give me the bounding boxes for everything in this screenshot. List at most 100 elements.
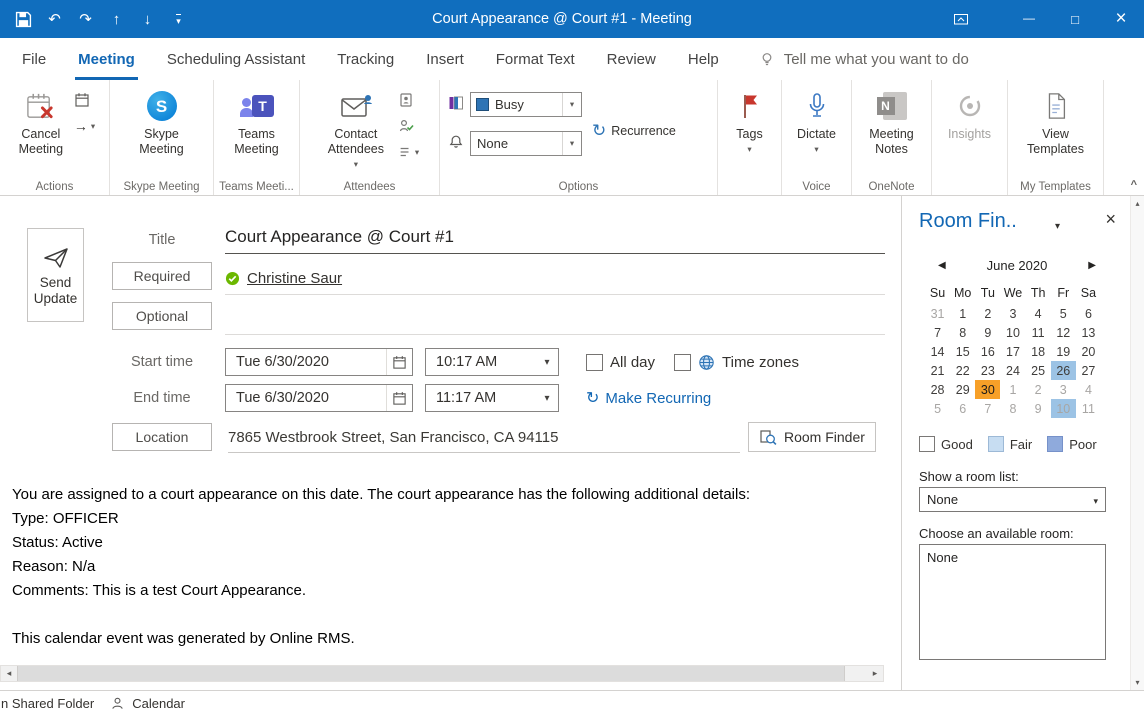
horizontal-scrollbar[interactable]: ◂ ▸ bbox=[0, 665, 884, 682]
contact-attendees-button[interactable]: Contact Attendees ▾ bbox=[318, 85, 394, 169]
calendar-day[interactable]: 9 bbox=[1026, 399, 1051, 418]
view-templates-button[interactable]: View Templates bbox=[1020, 85, 1092, 157]
check-names-button[interactable] bbox=[396, 117, 421, 135]
move-up-button[interactable]: ↑ bbox=[101, 0, 132, 38]
tab-file[interactable]: File bbox=[6, 38, 62, 80]
move-down-button[interactable]: ↓ bbox=[132, 0, 163, 38]
calendar-day[interactable]: 8 bbox=[1000, 399, 1025, 418]
optional-attendees-field[interactable] bbox=[225, 302, 885, 335]
dropdown-caret-icon[interactable]: ▾ bbox=[1055, 221, 1060, 232]
room-list-dropdown[interactable]: None ▾ bbox=[919, 487, 1106, 512]
calendar-day[interactable]: 1 bbox=[1000, 380, 1025, 399]
tab-tracking[interactable]: Tracking bbox=[321, 38, 410, 80]
tab-format-text[interactable]: Format Text bbox=[480, 38, 591, 80]
minimize-button[interactable]: — bbox=[1006, 0, 1052, 38]
room-list-item[interactable]: None bbox=[927, 549, 1098, 566]
calendar-day[interactable]: 20 bbox=[1076, 342, 1101, 361]
all-day-checkbox[interactable] bbox=[586, 354, 603, 371]
scroll-down-button[interactable]: ▾ bbox=[1135, 678, 1139, 687]
calendar-status-label[interactable]: Calendar bbox=[132, 696, 185, 711]
cancel-meeting-button[interactable]: Cancel Meeting bbox=[12, 85, 70, 157]
location-input[interactable]: 7865 Westbrook Street, San Francisco, CA… bbox=[228, 423, 740, 453]
calendar-day[interactable]: 15 bbox=[950, 342, 975, 361]
tab-help[interactable]: Help bbox=[672, 38, 735, 80]
send-update-button[interactable]: Send Update bbox=[27, 228, 84, 322]
make-recurring-button[interactable]: ↻ Make Recurring bbox=[586, 387, 711, 409]
calendar-day[interactable]: 6 bbox=[950, 399, 975, 418]
teams-meeting-button[interactable]: T Teams Meeting bbox=[227, 85, 287, 157]
show-as-dropdown[interactable]: ▾ bbox=[562, 93, 581, 116]
calendar-day[interactable]: 5 bbox=[1051, 304, 1076, 323]
calendar-day[interactable]: 3 bbox=[1051, 380, 1076, 399]
calendar-day[interactable]: 7 bbox=[925, 323, 950, 342]
calendar-day[interactable]: 25 bbox=[1026, 361, 1051, 380]
scroll-up-button[interactable]: ▴ bbox=[1135, 199, 1139, 208]
tab-scheduling-assistant[interactable]: Scheduling Assistant bbox=[151, 38, 321, 80]
attendee-name-link[interactable]: Christine Saur bbox=[247, 270, 342, 287]
skype-meeting-button[interactable]: S Skype Meeting bbox=[132, 85, 192, 157]
show-as-combo[interactable]: Busy ▾ bbox=[470, 92, 582, 117]
time-zones-checkbox[interactable] bbox=[674, 354, 691, 371]
calendar-day[interactable]: 14 bbox=[925, 342, 950, 361]
tab-review[interactable]: Review bbox=[591, 38, 672, 80]
redo-button[interactable]: ↷ bbox=[70, 0, 101, 38]
calendar-day[interactable]: 24 bbox=[1000, 361, 1025, 380]
start-time-input[interactable]: 10:17 AM ▾ bbox=[425, 348, 559, 376]
meeting-notes-button[interactable]: N Meeting Notes bbox=[862, 85, 922, 157]
tags-button[interactable]: Tags ▾ bbox=[732, 85, 766, 154]
tab-insert[interactable]: Insert bbox=[410, 38, 480, 80]
end-time-input[interactable]: 11:17 AM ▾ bbox=[425, 384, 559, 412]
customize-quick-access-button[interactable]: ▾ bbox=[163, 0, 194, 38]
calendar-day[interactable]: 23 bbox=[975, 361, 1000, 380]
maximize-button[interactable]: □ bbox=[1052, 0, 1098, 38]
reminder-dropdown[interactable]: ▾ bbox=[562, 132, 581, 155]
ribbon-display-options-button[interactable] bbox=[938, 0, 984, 38]
calendar-day[interactable]: 11 bbox=[1026, 323, 1051, 342]
calendar-day[interactable]: 22 bbox=[950, 361, 975, 380]
calendar-day[interactable]: 5 bbox=[925, 399, 950, 418]
calendar-day[interactable]: 19 bbox=[1051, 342, 1076, 361]
tell-me-box[interactable]: Tell me what you want to do bbox=[759, 38, 969, 80]
reminder-combo[interactable]: None ▾ bbox=[470, 131, 582, 156]
datepicker-icon[interactable] bbox=[386, 385, 412, 411]
calendar-day[interactable]: 1 bbox=[950, 304, 975, 323]
calendar-day[interactable]: 6 bbox=[1076, 304, 1101, 323]
calendar-day[interactable]: 31 bbox=[925, 304, 950, 323]
response-options-button[interactable]: ▾ bbox=[396, 143, 421, 161]
calendar-day[interactable]: 7 bbox=[975, 399, 1000, 418]
tab-meeting[interactable]: Meeting bbox=[62, 38, 151, 80]
save-button[interactable] bbox=[8, 0, 39, 38]
start-time-dropdown[interactable]: ▾ bbox=[536, 349, 558, 375]
title-input[interactable]: Court Appearance @ Court #1 bbox=[225, 220, 885, 254]
location-button[interactable]: Location bbox=[112, 423, 212, 451]
required-attendees-field[interactable]: Christine Saur bbox=[225, 262, 885, 295]
calendar-day[interactable]: 28 bbox=[925, 380, 950, 399]
end-date-input[interactable]: Tue 6/30/2020 bbox=[225, 384, 413, 412]
undo-button[interactable]: ↶ bbox=[39, 0, 70, 38]
calendar-day[interactable]: 2 bbox=[1026, 380, 1051, 399]
calendar-day-selected[interactable]: 30 bbox=[975, 380, 1000, 399]
calendar-day[interactable]: 13 bbox=[1076, 323, 1101, 342]
calendar-day[interactable]: 10 bbox=[1000, 323, 1025, 342]
calendar-day[interactable]: 4 bbox=[1026, 304, 1051, 323]
calendar-day[interactable]: 18 bbox=[1026, 342, 1051, 361]
calendar-day[interactable]: 3 bbox=[1000, 304, 1025, 323]
address-book-button[interactable] bbox=[396, 91, 421, 109]
calendar-day[interactable]: 2 bbox=[975, 304, 1000, 323]
calendar-day[interactable]: 8 bbox=[950, 323, 975, 342]
message-body[interactable]: You are assigned to a court appearance o… bbox=[12, 483, 884, 651]
dictate-button[interactable]: Dictate ▾ bbox=[793, 85, 840, 154]
previous-month-button[interactable]: ◀ bbox=[938, 260, 946, 271]
calendar-day[interactable]: 11 bbox=[1076, 399, 1101, 418]
horizontal-scrollbar-thumb[interactable] bbox=[17, 666, 845, 681]
collapse-ribbon-button[interactable]: ^ bbox=[1131, 179, 1137, 191]
start-date-input[interactable]: Tue 6/30/2020 bbox=[225, 348, 413, 376]
forward-button[interactable]: → ▾ bbox=[72, 117, 97, 135]
insights-button[interactable]: Insights bbox=[944, 85, 995, 142]
calendar-day[interactable]: 27 bbox=[1076, 361, 1101, 380]
calendar-day[interactable]: 29 bbox=[950, 380, 975, 399]
calendar-day[interactable]: 10 bbox=[1051, 399, 1076, 418]
calendar-day[interactable]: 9 bbox=[975, 323, 1000, 342]
new-items-calendar-button[interactable] bbox=[72, 91, 97, 109]
close-pane-icon[interactable]: × bbox=[1105, 209, 1116, 229]
